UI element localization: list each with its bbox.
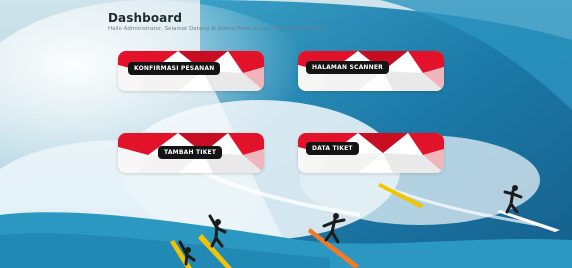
page-title: Dashboard [108,11,183,25]
surfer-figure [497,185,560,232]
card-label: HALAMAN SCANNER [306,61,389,74]
ocean-wave-background [0,0,572,268]
card-label: TAMBAH TIKET [158,146,223,159]
page-header: Dashboard Hallo Administrator, Selamat D… [108,11,328,32]
konfirmasi-pesanan-card[interactable]: KONFIRMASI PESANAN [118,51,264,91]
surfer-figure [170,240,196,268]
dashboard-page: Dashboard Hallo Administrator, Selamat D… [0,0,572,268]
halaman-scanner-card[interactable]: HALAMAN SCANNER [298,51,444,91]
card-label: DATA TIKET [306,142,359,155]
surfer-figure [198,214,232,268]
surfer-figure [308,213,360,268]
data-tiket-card[interactable]: DATA TIKET [298,133,444,173]
tambah-tiket-card[interactable]: TAMBAH TIKET [118,133,264,173]
surfboard [378,183,424,208]
welcome-subtitle: Hallo Administrator, Selamat Datang di A… [108,26,329,32]
card-label: KONFIRMASI PESANAN [128,62,221,75]
surfer-figure [378,183,424,208]
